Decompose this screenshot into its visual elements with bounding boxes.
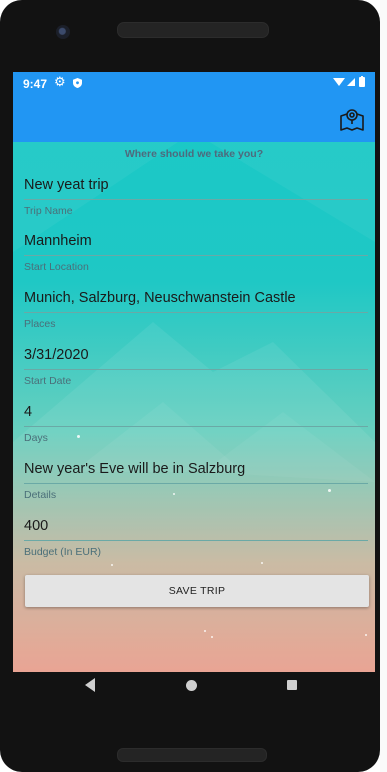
app-screen: 9:47 ⚙ Where should we take you? New yea… [13, 72, 375, 672]
field-underline [24, 199, 368, 200]
recent-apps-icon[interactable] [287, 680, 297, 690]
field-underline [24, 426, 368, 427]
signal-icon [347, 78, 355, 86]
places-field: Places [24, 284, 368, 330]
map-search-icon[interactable] [339, 106, 365, 132]
phone-frame: 9:47 ⚙ Where should we take you? New yea… [0, 0, 380, 772]
wifi-icon [333, 78, 345, 86]
places-input[interactable] [24, 284, 368, 312]
front-camera [56, 25, 70, 39]
budget-input[interactable] [24, 512, 368, 540]
field-underline [24, 255, 368, 256]
start-date-input[interactable] [24, 341, 368, 369]
budget-field: Budget (In EUR) [24, 512, 368, 558]
sparkle [204, 630, 206, 632]
app-bar [13, 96, 375, 142]
home-icon[interactable] [186, 680, 197, 691]
save-trip-button[interactable]: SAVE TRIP [25, 575, 369, 607]
shield-icon [73, 77, 82, 91]
field-underline [24, 540, 368, 541]
sparkle [365, 634, 367, 636]
days-input[interactable] [24, 398, 368, 426]
settings-gear-icon: ⚙ [54, 74, 66, 89]
field-underline [24, 483, 368, 484]
top-speaker [117, 22, 269, 38]
details-field: Details [24, 455, 368, 501]
navigation-bar [13, 672, 375, 704]
back-icon[interactable] [85, 678, 95, 692]
trip-name-field: Trip Name [24, 171, 368, 217]
places-label: Places [24, 318, 56, 330]
status-time: 9:47 [23, 77, 48, 91]
start-location-field: Start Location [24, 227, 368, 273]
status-indicators [332, 76, 366, 91]
sparkle [111, 564, 113, 566]
form-subtitle: Where should we take you? [124, 148, 264, 160]
background-edge [380, 0, 387, 772]
sparkle [211, 636, 213, 638]
trip-name-input[interactable] [24, 171, 368, 199]
trip-name-label: Trip Name [24, 205, 73, 217]
start-location-label: Start Location [24, 261, 89, 273]
field-underline [24, 312, 368, 313]
start-location-input[interactable] [24, 227, 368, 255]
bottom-speaker [117, 748, 267, 762]
budget-label: Budget (In EUR) [24, 546, 102, 558]
days-field: Days [24, 398, 368, 444]
status-bar: 9:47 ⚙ [13, 72, 375, 96]
details-label: Details [24, 489, 57, 501]
field-underline [24, 369, 368, 370]
sparkle [261, 562, 263, 564]
battery-icon [359, 77, 365, 87]
details-input[interactable] [24, 455, 368, 483]
start-date-label: Start Date [24, 375, 72, 387]
days-label: Days [24, 432, 48, 444]
start-date-field: Start Date [24, 341, 368, 387]
